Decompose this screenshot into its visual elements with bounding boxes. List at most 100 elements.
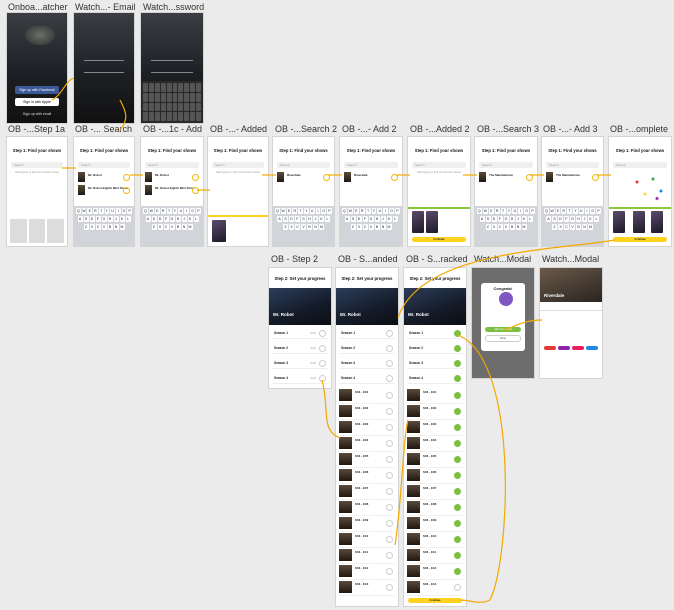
season-row[interactable]: Season 2 xyxy=(339,343,395,354)
result-row[interactable]: Mr. Robot Eighth Mini Show xyxy=(145,185,199,195)
check-icon[interactable] xyxy=(454,392,461,399)
season-row[interactable]: Season 3 0/10 xyxy=(272,358,328,369)
check-icon[interactable] xyxy=(454,472,461,479)
episode-row[interactable]: S04 - E04 xyxy=(339,436,395,452)
season-tracked-frame[interactable]: Step 2: Set your progress Mr. Robot Seas… xyxy=(404,268,466,606)
email-field[interactable] xyxy=(151,53,193,61)
check-icon[interactable] xyxy=(319,330,326,337)
episode-row[interactable]: S04 - E01 xyxy=(339,388,395,404)
episode-row[interactable]: S04 - E10 xyxy=(407,532,463,548)
result-row[interactable]: Mr. Robot xyxy=(145,172,199,182)
congrats-modal-frame[interactable]: Congrats! Add more shows Done xyxy=(472,268,534,378)
episode-row[interactable]: S04 - E07 xyxy=(407,484,463,500)
episode-row[interactable]: S04 - E03 xyxy=(407,420,463,436)
password-field[interactable] xyxy=(84,65,124,73)
episode-row[interactable]: S04 - E01 xyxy=(407,388,463,404)
episode-row[interactable]: S04 - E06 xyxy=(339,468,395,484)
onboarding-frame[interactable]: Sign up with Facebook Sign in with Apple… xyxy=(7,13,67,123)
search-input[interactable]: Search xyxy=(613,162,667,168)
watch-password-frame[interactable] xyxy=(141,13,203,123)
check-icon[interactable] xyxy=(386,568,393,575)
search-frame[interactable]: Step 1: Find your shows Search Mr. Robot… xyxy=(74,137,134,246)
season-row[interactable]: Season 4 xyxy=(407,373,463,384)
check-icon[interactable] xyxy=(386,472,393,479)
check-icon[interactable] xyxy=(386,584,393,591)
email-field[interactable] xyxy=(84,53,124,61)
episode-row[interactable]: S04 - E08 xyxy=(339,500,395,516)
search2-frame[interactable]: Step 1: Find your shows Search Riverdale… xyxy=(273,137,334,246)
search-input[interactable]: Search xyxy=(212,162,264,168)
check-icon[interactable] xyxy=(454,360,461,367)
check-icon[interactable] xyxy=(319,375,326,382)
add-icon[interactable] xyxy=(123,187,130,194)
keyboard[interactable]: QWERTYUIOP ASDFGHJKL ZXCVBNM xyxy=(273,206,334,246)
add-icon[interactable] xyxy=(192,174,199,181)
search-input[interactable]: Search xyxy=(145,162,199,168)
episode-row[interactable]: S04 - E07 xyxy=(339,484,395,500)
password-field[interactable] xyxy=(151,65,193,73)
season-row[interactable]: Season 1 xyxy=(407,328,463,339)
episode-row[interactable]: S04 - E12 xyxy=(407,564,463,580)
episode-row[interactable]: S04 - E11 xyxy=(407,548,463,564)
check-icon[interactable] xyxy=(386,504,393,511)
show-detail-frame[interactable]: Riverdale xyxy=(540,268,602,378)
check-icon[interactable] xyxy=(386,345,393,352)
add-frame[interactable]: Step 1: Find your shows Search Mr. Robot… xyxy=(141,137,203,246)
search-input[interactable]: Search xyxy=(546,162,599,168)
result-row[interactable]: Riverdale xyxy=(277,172,330,182)
add-icon[interactable] xyxy=(123,174,130,181)
season-row[interactable]: Season 3 xyxy=(339,358,395,369)
keyboard[interactable]: QWERTYUIOP ASDFGHJKL ZXCVBNM xyxy=(475,206,537,246)
check-icon[interactable] xyxy=(386,424,393,431)
check-icon[interactable] xyxy=(454,345,461,352)
search-input[interactable]: Search xyxy=(344,162,398,168)
keyboard[interactable]: QWERTYUIOP ASDFGHJKL ZXCVBNM xyxy=(74,206,134,246)
search-input[interactable]: Search xyxy=(277,162,330,168)
continue-button[interactable]: Continue xyxy=(412,237,466,242)
check-icon[interactable] xyxy=(454,584,461,591)
check-icon[interactable] xyxy=(386,330,393,337)
check-icon[interactable] xyxy=(454,424,461,431)
add-icon[interactable] xyxy=(526,174,533,181)
add-icon[interactable] xyxy=(592,174,599,181)
season-row[interactable]: Season 1 xyxy=(339,328,395,339)
check-icon[interactable] xyxy=(454,330,461,337)
complete-frame[interactable]: Step 1: Find your shows Search Continue xyxy=(609,137,671,246)
done-button[interactable]: Done xyxy=(485,335,521,342)
season-row[interactable]: Season 3 xyxy=(407,358,463,369)
check-icon[interactable] xyxy=(454,504,461,511)
search-input[interactable]: Search xyxy=(412,162,466,168)
check-icon[interactable] xyxy=(386,552,393,559)
continue-button[interactable]: Continue xyxy=(408,598,462,603)
keyboard[interactable]: QWERTYUIOP ASDFGHJKL ZXCVBNM xyxy=(542,206,603,246)
email-signup-link[interactable]: Sign up with email xyxy=(15,112,59,116)
season-expanded-frame[interactable]: Step 2: Set your progress Mr. Robot Seas… xyxy=(336,268,398,606)
check-icon[interactable] xyxy=(386,520,393,527)
keyboard[interactable]: QWERTYUIOP ASDFGHJKL ZXCVBNM xyxy=(340,206,402,246)
check-icon[interactable] xyxy=(386,488,393,495)
check-icon[interactable] xyxy=(319,345,326,352)
result-row[interactable]: The Mandalorian xyxy=(546,172,599,182)
apple-signin-button[interactable]: Sign in with Apple xyxy=(15,98,59,106)
check-icon[interactable] xyxy=(386,392,393,399)
check-icon[interactable] xyxy=(319,360,326,367)
episode-row[interactable]: S04 - E13 xyxy=(339,580,395,596)
check-icon[interactable] xyxy=(454,520,461,527)
season-row[interactable]: Season 4 0/13 xyxy=(272,373,328,384)
check-icon[interactable] xyxy=(386,408,393,415)
added-frame[interactable]: Step 1: Find your shows Search Start typ… xyxy=(208,137,268,246)
episode-row[interactable]: S04 - E12 xyxy=(339,564,395,580)
step2-frame[interactable]: Step 2: Set your progress Mr. Robot Seas… xyxy=(269,268,331,388)
check-icon[interactable] xyxy=(386,440,393,447)
result-row[interactable]: Riverdale xyxy=(344,172,398,182)
added2-frame[interactable]: Step 1: Find your shows Search Start typ… xyxy=(408,137,470,246)
keyboard[interactable]: QWERTYUIOP ASDFGHJKL ZXCVBNM xyxy=(141,206,203,246)
check-icon[interactable] xyxy=(454,408,461,415)
season-row[interactable]: Season 1 0/10 xyxy=(272,328,328,339)
season-row[interactable]: Season 2 xyxy=(407,343,463,354)
watch-email-frame[interactable] xyxy=(74,13,134,123)
step1a-frame[interactable]: Step 1: Find your shows Search Start typ… xyxy=(7,137,67,246)
check-icon[interactable] xyxy=(454,488,461,495)
check-icon[interactable] xyxy=(454,568,461,575)
episode-row[interactable]: S04 - E05 xyxy=(339,452,395,468)
